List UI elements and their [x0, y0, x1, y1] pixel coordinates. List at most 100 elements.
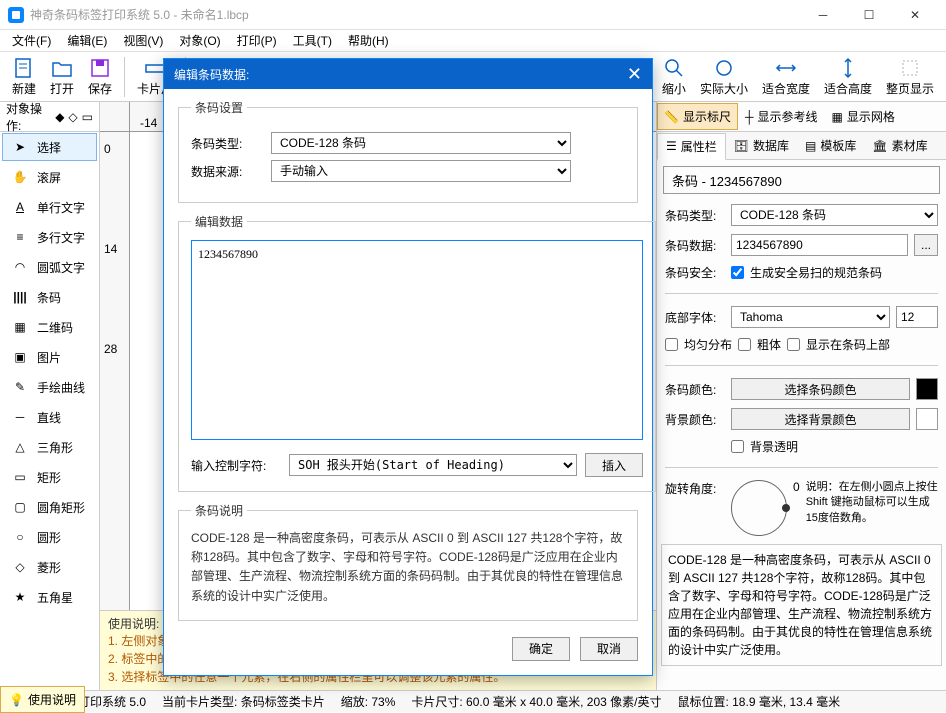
status-cardsize: 卡片尺寸: 60.0 毫米 x 40.0 毫米, 203 像素/英寸	[411, 693, 661, 710]
close-button[interactable]: ✕	[892, 0, 938, 30]
tb-zoom-out[interactable]: 缩小	[656, 54, 692, 99]
tool-diamond[interactable]: ◇菱形	[2, 553, 97, 581]
tool-rect[interactable]: ▭矩形	[2, 463, 97, 491]
prop-safe-check[interactable]	[731, 266, 744, 279]
right-properties-panel: 📏显示标尺 ┼显示参考线 ▦显示网格 ☰属性栏 🗄数据库 ▤模板库 🏛素材库 条…	[656, 102, 946, 690]
tb-fit-height[interactable]: 适合高度	[818, 54, 878, 99]
db-icon: 🗄	[734, 139, 749, 153]
modal-src-select[interactable]: 手动输入	[271, 160, 571, 182]
menu-help[interactable]: 帮助(H)	[340, 30, 397, 51]
layer-icon-2[interactable]: ◇	[68, 110, 77, 124]
menu-print[interactable]: 打印(P)	[229, 30, 285, 51]
modal-insert-button[interactable]: 插入	[585, 453, 643, 477]
tb-actual-size[interactable]: 实际大小	[694, 54, 754, 99]
menu-file[interactable]: 文件(F)	[4, 30, 59, 51]
menu-edit[interactable]: 编辑(E)	[59, 30, 115, 51]
open-icon	[50, 56, 74, 80]
minimize-button[interactable]: ─	[800, 0, 846, 30]
tool-star[interactable]: ★五角星	[2, 583, 97, 611]
help-button[interactable]: 💡使用说明	[0, 686, 85, 713]
tool-image[interactable]: ▣图片	[2, 343, 97, 371]
prop-type-select[interactable]: CODE-128 条码	[731, 204, 938, 226]
tab-templates[interactable]: ▤模板库	[797, 133, 864, 158]
tool-barcode[interactable]: ||||条码	[2, 283, 97, 311]
rotation-dial[interactable]	[731, 480, 787, 536]
tool-text-single[interactable]: A单行文字	[2, 193, 97, 221]
tool-pan[interactable]: ✋滚屏	[2, 163, 97, 191]
prop-bg-transparent[interactable]	[731, 440, 744, 453]
tool-text-arc[interactable]: ◠圆弧文字	[2, 253, 97, 281]
bulb-icon: 💡	[9, 693, 24, 707]
show-guides-toggle[interactable]: ┼显示参考线	[738, 103, 825, 130]
modal-data-textarea[interactable]: 1234567890	[191, 240, 643, 440]
prop-color-btn[interactable]: 选择条码颜色	[731, 378, 910, 400]
rect-icon: ▭	[11, 468, 29, 486]
barcode-icon: ||||	[11, 288, 29, 306]
maximize-button[interactable]: ☐	[846, 0, 892, 30]
show-ruler-toggle[interactable]: 📏显示标尺	[657, 103, 738, 130]
prop-font-select[interactable]: Tahoma	[731, 306, 890, 328]
prop-show-top[interactable]	[787, 338, 800, 351]
edit-data-group: 编辑数据 1234567890 输入控制字符: SOH 报头开始(Start o…	[178, 213, 656, 492]
tb-fit-page[interactable]: 整页显示	[880, 54, 940, 99]
tb-fit-width[interactable]: 适合宽度	[756, 54, 816, 99]
roundrect-icon: ▢	[11, 498, 29, 516]
prop-fontsize-input[interactable]	[896, 306, 938, 328]
window-title: 神奇条码标签打印系统 5.0 - 未命名1.lbcp	[30, 6, 249, 23]
circle-icon: ○	[11, 528, 29, 546]
qrcode-icon: ▦	[11, 318, 29, 336]
modal-description: CODE-128 是一种高密度条码，可表示从 ASCII 0 到 ASCII 1…	[191, 529, 625, 606]
tool-circle[interactable]: ○圆形	[2, 523, 97, 551]
tool-select[interactable]: ➤选择	[2, 133, 97, 161]
prop-type-label: 条码类型:	[665, 207, 725, 224]
tool-text-multi[interactable]: ≡多行文字	[2, 223, 97, 251]
layer-icon-3[interactable]: ▭	[82, 110, 93, 124]
menu-view[interactable]: 视图(V)	[115, 30, 171, 51]
show-grid-toggle[interactable]: ▦显示网格	[825, 103, 902, 130]
line-icon: ─	[11, 408, 29, 426]
menu-object[interactable]: 对象(O)	[171, 30, 228, 51]
star-icon: ★	[11, 588, 29, 606]
tab-database[interactable]: 🗄数据库	[726, 133, 797, 158]
save-icon	[88, 56, 112, 80]
tb-open[interactable]: 打开	[44, 54, 80, 99]
tool-roundrect[interactable]: ▢圆角矩形	[2, 493, 97, 521]
prop-rot-desc: 说明：在左侧小圆点上按住 Shift 键拖动鼠标可以生成15度倍数角。	[806, 480, 938, 526]
prop-bg-label: 背景颜色:	[665, 411, 725, 428]
dialog-close-button[interactable]: ✕	[627, 64, 642, 85]
menu-tools[interactable]: 工具(T)	[285, 30, 340, 51]
prop-data-more[interactable]: ...	[914, 234, 938, 256]
fit-page-icon	[898, 56, 922, 80]
prop-even-dist[interactable]	[665, 338, 678, 351]
tool-triangle[interactable]: △三角形	[2, 433, 97, 461]
modal-ctrl-select[interactable]: SOH 报头开始(Start of Heading)	[289, 454, 577, 476]
prop-font-label: 底部字体:	[665, 309, 725, 326]
cursor-icon: ➤	[11, 138, 29, 156]
tool-qrcode[interactable]: ▦二维码	[2, 313, 97, 341]
text-icon: A	[11, 198, 29, 216]
multiline-icon: ≡	[11, 228, 29, 246]
titlebar: 神奇条码标签打印系统 5.0 - 未命名1.lbcp ─ ☐ ✕	[0, 0, 946, 30]
tb-save[interactable]: 保存	[82, 54, 118, 99]
prop-bg-btn[interactable]: 选择背景颜色	[731, 408, 910, 430]
tool-freehand[interactable]: ✎手绘曲线	[2, 373, 97, 401]
modal-cancel-button[interactable]: 取消	[580, 637, 638, 661]
tab-assets[interactable]: 🏛素材库	[864, 133, 935, 158]
new-icon	[12, 56, 36, 80]
prop-rot-label: 旋转角度:	[665, 480, 725, 497]
prop-data-input[interactable]	[731, 234, 908, 256]
status-mouse: 鼠标位置: 18.9 毫米, 13.4 毫米	[677, 693, 840, 710]
triangle-icon: △	[11, 438, 29, 456]
dialog-header[interactable]: 编辑条码数据: ✕	[164, 59, 652, 89]
tool-line[interactable]: ─直线	[2, 403, 97, 431]
edit-barcode-dialog: 编辑条码数据: ✕ 条码设置 条码类型: CODE-128 条码 数据来源: 手…	[163, 58, 653, 676]
modal-type-label: 条码类型:	[191, 135, 263, 152]
prop-data-label: 条码数据:	[665, 237, 725, 254]
modal-ok-button[interactable]: 确定	[512, 637, 570, 661]
tab-properties[interactable]: ☰属性栏	[657, 133, 726, 160]
tb-new[interactable]: 新建	[6, 54, 42, 99]
layer-icon[interactable]: ◆	[55, 110, 64, 124]
prop-bold[interactable]	[738, 338, 751, 351]
prop-safe-label: 条码安全:	[665, 264, 725, 281]
modal-type-select[interactable]: CODE-128 条码	[271, 132, 571, 154]
